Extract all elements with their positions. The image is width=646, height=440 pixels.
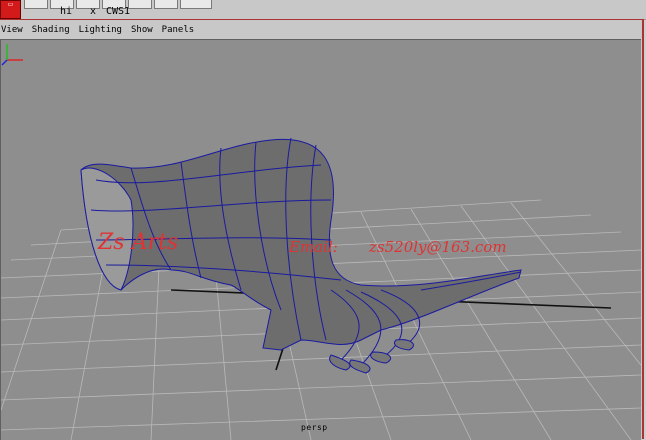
shelf-button[interactable] [128, 0, 152, 9]
axis-gizmo-icon [1, 44, 23, 66]
shelf-label: CWS1 [106, 6, 131, 17]
menu-shading[interactable]: Shading [31, 25, 71, 35]
shelf: ▭ hi x CWS1 [0, 0, 646, 20]
shelf-label: x [90, 6, 97, 17]
shelf-label: hi [60, 6, 73, 17]
menu-lighting[interactable]: Lighting [78, 25, 123, 35]
watermark-email-label: Email: [289, 238, 338, 256]
panel-menubar: View Shading Lighting Show Panels [0, 22, 640, 37]
menu-panels[interactable]: Panels [161, 25, 196, 35]
shelf-button[interactable] [154, 0, 178, 9]
viewport-panel: View Shading Lighting Show Panels Zs Art… [0, 19, 644, 440]
perspective-viewport[interactable]: Zs Arts Email: zs520ly@163.com persp [0, 39, 641, 440]
menu-show[interactable]: Show [130, 25, 154, 35]
shelf-button[interactable] [180, 0, 212, 9]
watermark-email: zs520ly@163.com [369, 238, 507, 256]
shelf-tool-icon[interactable]: ▭ [0, 0, 21, 19]
camera-label: persp [301, 423, 328, 432]
shelf-button[interactable] [76, 0, 100, 9]
shelf-button[interactable] [24, 0, 48, 9]
watermark-brand: Zs Arts [98, 230, 179, 255]
menu-view[interactable]: View [0, 25, 24, 35]
